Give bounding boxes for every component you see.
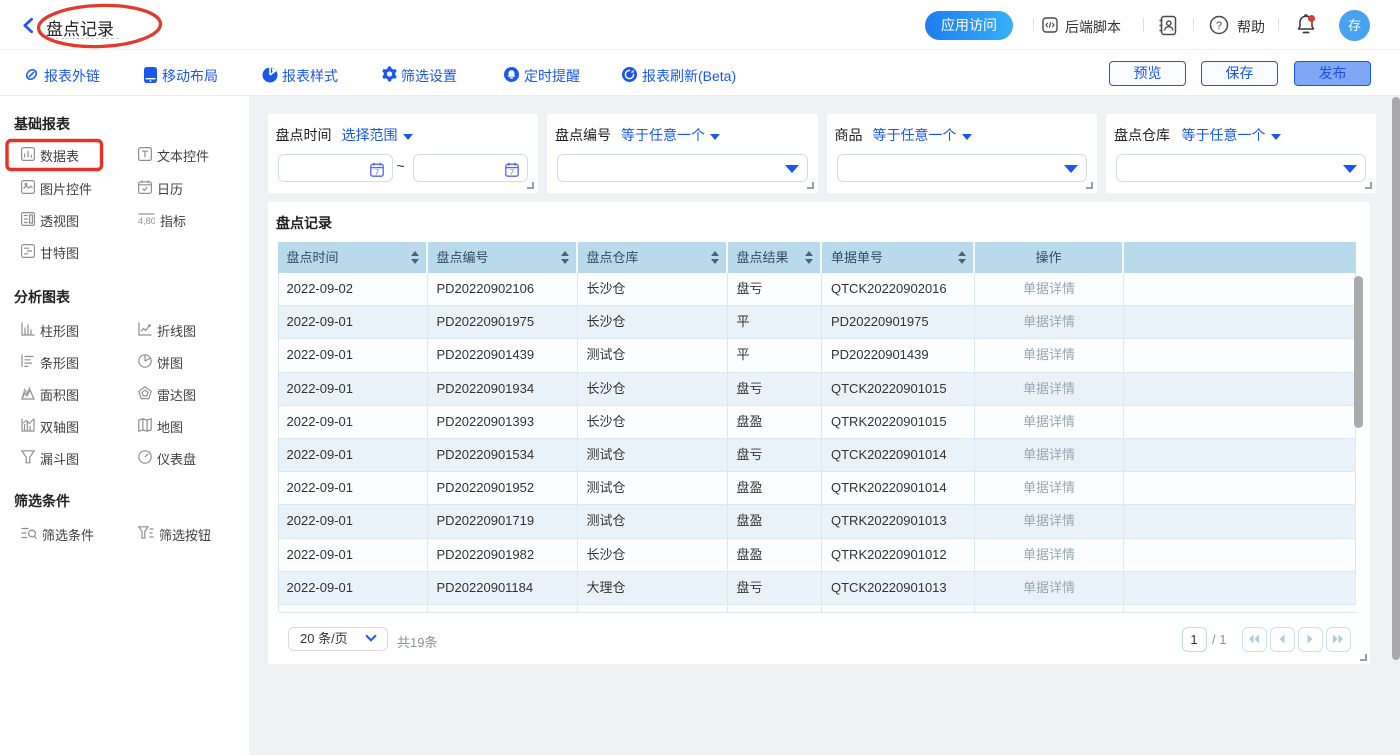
svg-text:7: 7	[509, 167, 513, 176]
svg-text:7: 7	[374, 167, 378, 176]
svg-text:?: ?	[1216, 20, 1222, 32]
svg-text:4,80: 4,80	[138, 216, 155, 226]
